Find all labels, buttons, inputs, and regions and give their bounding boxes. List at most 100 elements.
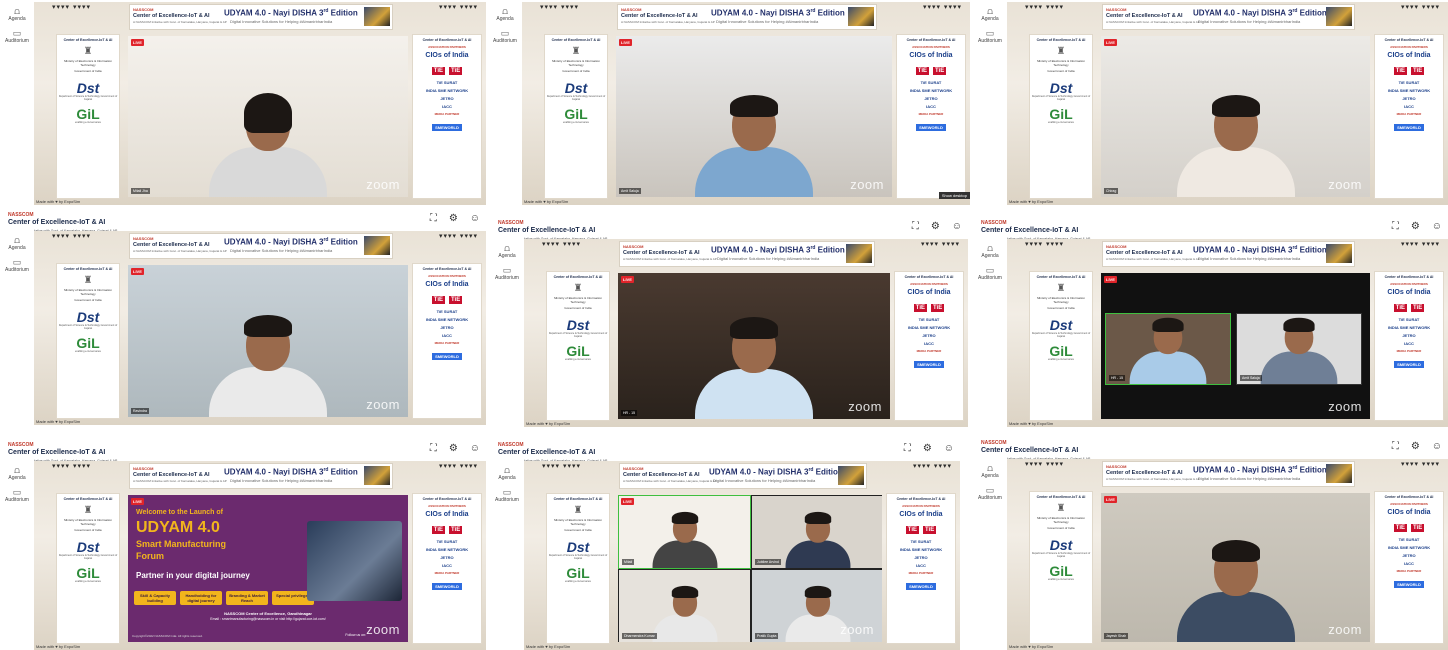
banner-title-main: UDYAM 4.0 - Nayi DISHA 3 <box>1193 245 1293 255</box>
event-banner: NASSCOM Center of Excellence-IoT & AI A NA… <box>617 4 877 30</box>
fullscreen-icon[interactable]: ⛶ <box>430 443 437 455</box>
speaker-hair <box>244 315 292 337</box>
promo-pill: Skill & Capacity building <box>134 591 176 605</box>
sponsor-right-panel: Center of Excellence-IoT & AI ASSOCIATION… <box>412 493 482 644</box>
sidebar-item-agenda[interactable]: ⩍ Agenda <box>490 243 524 259</box>
screen-icon: ▭ <box>12 257 22 267</box>
sidebar-item-auditorium[interactable]: ▭ Auditorium <box>0 28 34 44</box>
gear-icon[interactable]: ⚙ <box>449 213 458 225</box>
sidebar-item-auditorium[interactable]: ▭ Auditorium <box>0 487 34 503</box>
iacc-logo: IACC <box>916 563 926 568</box>
banner-title-main: UDYAM 4.0 - Nayi DISHA 3 <box>711 245 811 255</box>
speaker-hair <box>1211 95 1260 117</box>
sidebar-item-auditorium[interactable]: ▭ Auditorium <box>973 265 1007 281</box>
promo-forum: Forum <box>136 551 164 561</box>
sidebar-item-agenda[interactable]: ⩍ Agenda <box>973 463 1007 479</box>
live-badge: LIVE <box>1104 276 1117 283</box>
profile-icon[interactable]: ☺ <box>1432 441 1442 453</box>
sidebar-item-auditorium[interactable]: ▭ Auditorium <box>490 487 524 503</box>
video-stream: HR - 15 Amit Saluja LIVE zoom <box>1101 273 1370 419</box>
event-banner: NASSCOM Center of Excellence-IoT & AI A NA… <box>129 4 393 30</box>
sidebar-item-label: Agenda <box>498 253 516 259</box>
sidebar-item-auditorium[interactable]: ▭ Auditorium <box>973 485 1007 501</box>
speaker-video <box>652 585 717 642</box>
profile-icon[interactable]: ☺ <box>470 443 480 455</box>
banner-coe-logo: NASSCOM Center of Excellence-IoT & AI A NA… <box>1106 464 1200 482</box>
gil-logo: GiL <box>76 565 100 581</box>
tie-surat-logo: TiE SURAT <box>1398 537 1420 542</box>
speaker-body <box>1176 592 1295 642</box>
ministry-sub-label: Government of India <box>1047 306 1075 310</box>
smeworld-logo: SMEWORLD <box>432 353 462 360</box>
sidebar-item-agenda[interactable]: ⩍ Agenda <box>0 6 34 22</box>
speaker-head <box>730 95 778 151</box>
screenshot-panel: NASSCOMCenter of Excellence-IoT & AIA NA… <box>0 209 486 425</box>
gear-icon[interactable]: ⚙ <box>449 443 458 455</box>
tie-logo: TiE <box>431 296 445 304</box>
speaker-head <box>244 93 292 151</box>
sidebar-item-auditorium[interactable]: ▭ Auditorium <box>488 28 522 44</box>
live-badge: LIVE <box>621 276 634 283</box>
app-top-bar: NASSCOMCenter of Excellence-IoT & AIA NA… <box>973 217 1448 241</box>
speaker-video <box>785 511 850 568</box>
speaker-head <box>804 585 831 617</box>
tie-logos: TiE TiE <box>413 59 481 77</box>
sidebar-item-agenda[interactable]: ⩍ Agenda <box>973 243 1007 259</box>
video-stream: Chirag LIVE zoom <box>1101 36 1370 197</box>
gil-sub-label: enabling e-Governance <box>75 121 101 124</box>
speaker-body <box>695 369 813 419</box>
gil-logo: GiL <box>76 335 100 351</box>
profile-icon[interactable]: ☺ <box>470 213 480 225</box>
gear-icon[interactable]: ⚙ <box>931 221 940 233</box>
fullscreen-icon[interactable]: ⛶ <box>1392 441 1399 453</box>
top-bar-icons: ⛶ ⚙ ☺ <box>430 443 480 455</box>
sidebar-item-agenda[interactable]: ⩍ Agenda <box>0 465 34 481</box>
live-badge: LIVE <box>621 498 634 505</box>
fullscreen-icon[interactable]: ⛶ <box>1392 221 1399 233</box>
show-desktop-tooltip[interactable]: Show desktop <box>938 192 970 199</box>
media-partner-label: MEDIA PARTNER <box>434 112 460 116</box>
screenshot-panel: NASSCOMCenter of Excellence-IoT & AIA NA… <box>973 217 1448 427</box>
banner-title-main: UDYAM 4.0 - Nayi DISHA 3 <box>1193 8 1293 18</box>
fullscreen-icon[interactable]: ⛶ <box>912 221 919 233</box>
fullscreen-icon[interactable]: ⛶ <box>430 213 437 225</box>
gear-icon[interactable]: ⚙ <box>1411 441 1420 453</box>
gear-icon[interactable]: ⚙ <box>923 443 932 455</box>
speaker-video <box>1260 317 1338 384</box>
sidebar-item-auditorium[interactable]: ▭ Auditorium <box>0 257 34 273</box>
sidebar-item-auditorium[interactable]: ▭ Auditorium <box>490 265 524 281</box>
stage-lights-left: ▾▾▾▾ ▾▾▾▾ <box>1025 461 1065 468</box>
banner-coe-tagline: A NASSCOM Initiative with Govt. of Karna… <box>1106 477 1200 481</box>
gear-icon[interactable]: ⚙ <box>1411 221 1420 233</box>
dst-sub-label: Department of Science & Technology Gover… <box>546 95 606 101</box>
sidebar-item-agenda[interactable]: ⩍ Agenda <box>488 6 522 22</box>
tie-logo: TiE <box>1393 67 1407 75</box>
sidebar-item-auditorium[interactable]: ▭ Auditorium <box>973 28 1007 44</box>
stage-lights-right: ▾▾▾▾ ▾▾▾▾ <box>438 4 478 11</box>
ministry-sub-label: Government of India <box>564 528 592 532</box>
app-top-bar: NASSCOMCenter of Excellence-IoT & AIA NA… <box>0 209 486 233</box>
dst-logo: Dst <box>1049 80 1073 96</box>
video-stream: Mitali Jha LIVE zoom <box>128 36 408 197</box>
tie-logo: TiE <box>931 304 945 312</box>
banner-title: UDYAM 4.0 - Nayi DISHA 3rd Edition <box>711 245 845 255</box>
sidebar-item-agenda[interactable]: ⩍ Agenda <box>973 6 1007 22</box>
made-with-credit: Made with ♥ by ExpoSim <box>1009 644 1054 649</box>
banner-title: UDYAM 4.0 - Nayi DISHA 3rd Edition <box>224 237 358 247</box>
smeworld-logo: SMEWORLD <box>906 583 936 590</box>
left-sidebar: ⩍ Agenda ▭ Auditorium <box>973 457 1007 650</box>
sponsor-left-panel: Center of Excellence-IoT & AI ♜ Ministry o… <box>546 493 610 644</box>
sidebar-item-agenda[interactable]: ⩍ Agenda <box>0 235 34 251</box>
profile-icon[interactable]: ☺ <box>1432 221 1442 233</box>
profile-icon[interactable]: ☺ <box>952 221 962 233</box>
top-bar-icons: ⛶ ⚙ ☺ <box>1392 441 1442 453</box>
sidebar-item-label: Auditorium <box>493 38 517 44</box>
speaker-video <box>1129 317 1207 384</box>
jetro-logo: JETRO <box>1402 333 1416 338</box>
fullscreen-icon[interactable]: ⛶ <box>904 443 911 455</box>
profile-icon[interactable]: ☺ <box>944 443 954 455</box>
event-banner: NASSCOM Center of Excellence-IoT & AI A NA… <box>129 233 393 259</box>
stage-lights-left: ▾▾▾▾ ▾▾▾▾ <box>52 4 92 11</box>
sidebar-item-agenda[interactable]: ⩍ Agenda <box>490 465 524 481</box>
promo-robot-image <box>307 521 402 601</box>
